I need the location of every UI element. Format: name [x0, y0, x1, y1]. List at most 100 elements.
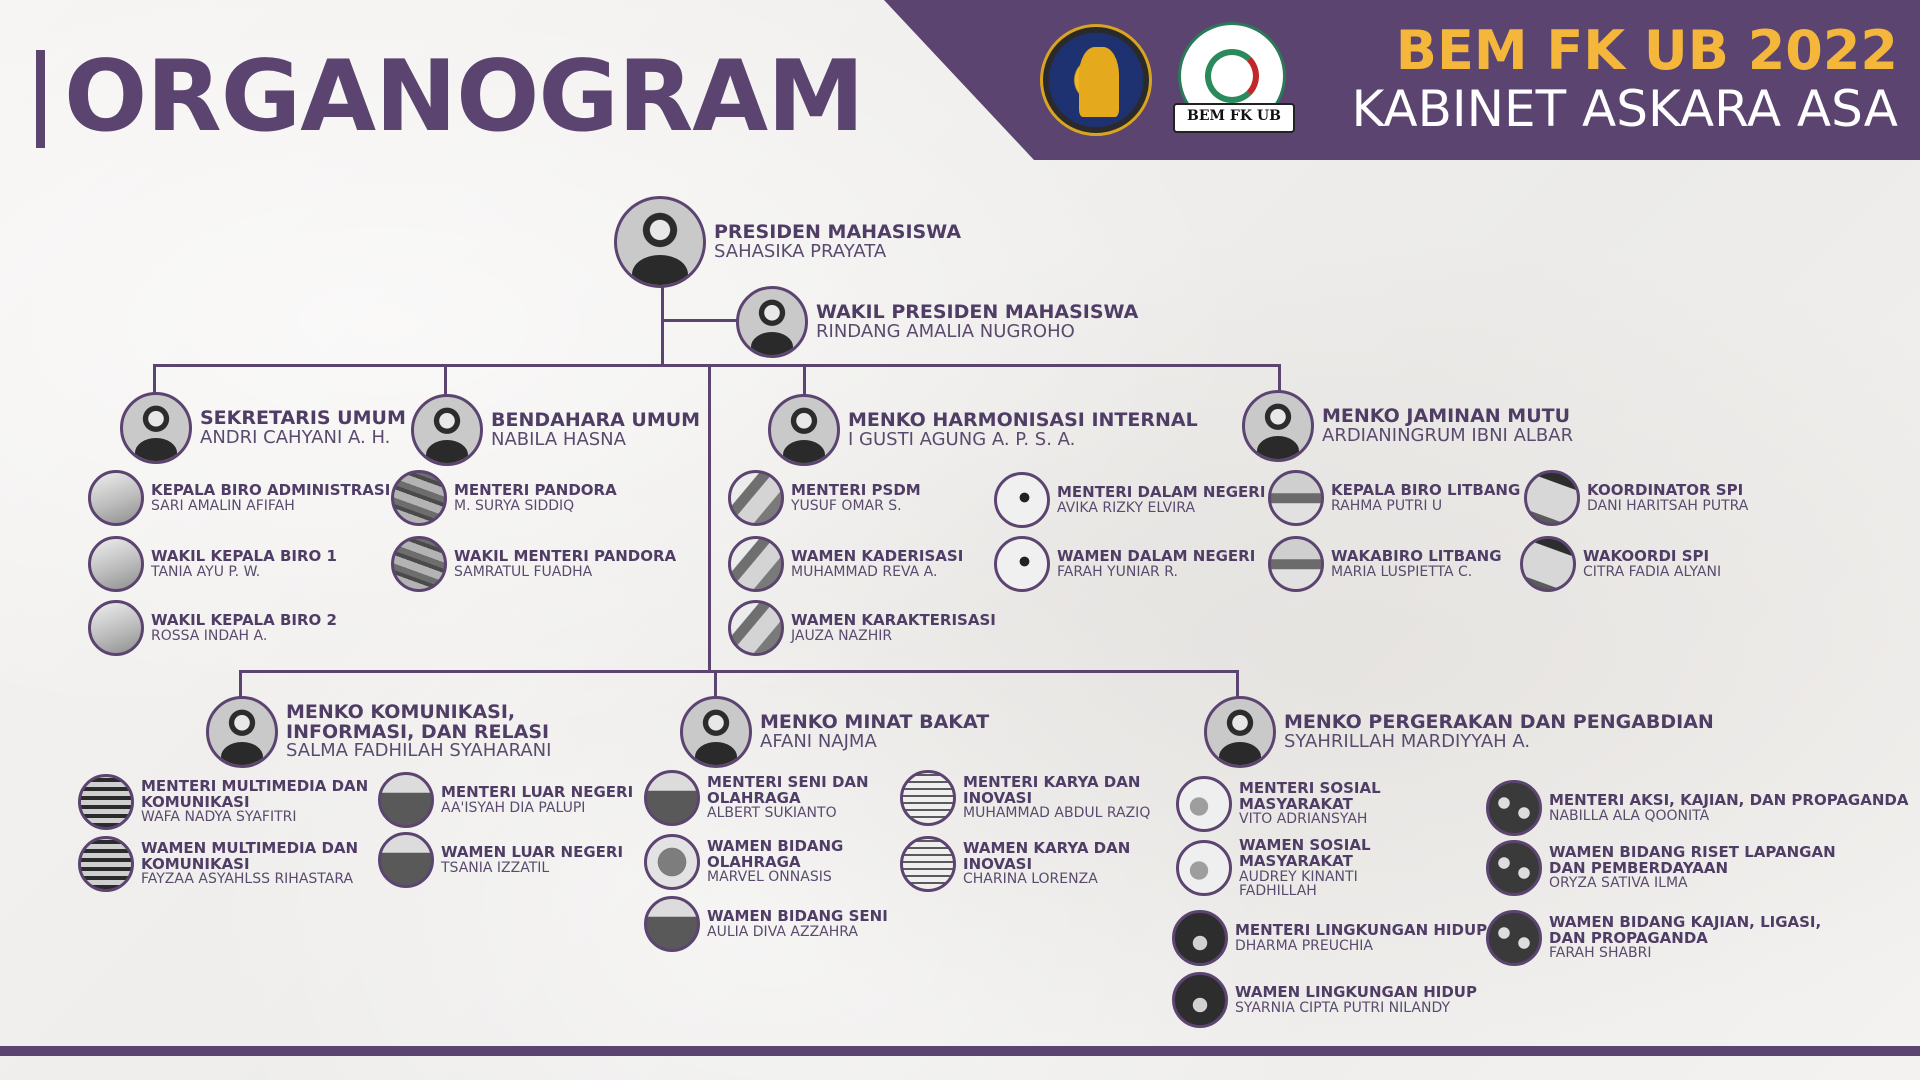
person-name: NABILA HASNA [491, 428, 626, 450]
role-label: MENKO MINAT BAKAT [760, 710, 990, 733]
menko-kir-node: MENKO KOMUNIKASI, INFORMASI, DAN RELASI … [206, 696, 616, 768]
bendahara-umum-node: BENDAHARA UMUM NABILA HASNA [411, 394, 700, 466]
role-label: MENTERI DALAM NEGERI [1057, 482, 1266, 501]
person-name: TANIA AYU P. W. [151, 563, 261, 580]
graduation-cap-icon [994, 536, 1050, 592]
document-icon [1524, 470, 1580, 526]
menko-hi-node: MENKO HARMONISASI INTERNAL I GUSTI AGUNG… [768, 394, 1198, 466]
document-icon [1520, 536, 1576, 592]
person-name: MUHAMMAD REVA A. [791, 563, 938, 580]
person-name: ALBERT SUKIANTO [707, 805, 837, 822]
person-name: YUSUF OMAR S. [791, 497, 902, 514]
role-label: MENTERI PSDM [791, 480, 921, 499]
member-node: MENTERI PSDM YUSUF OMAR S. [728, 470, 921, 526]
copyright-icon [900, 836, 956, 892]
role-label: WAMEN KARYA DAN INOVASI [963, 838, 1131, 873]
role-label: MENTERI LINGKUNGAN HIDUP [1235, 920, 1488, 939]
care-icon [1176, 776, 1232, 832]
member-node: MENTERI SENI DAN OLAHRAGA ALBERT SUKIANTO [644, 770, 877, 826]
person-name: RAHMA PUTRI U [1331, 497, 1443, 514]
person-name: MUHAMMAD ABDUL RAZIQ [963, 805, 1151, 822]
earth-icon [1172, 972, 1228, 1028]
keyboard-icon [78, 774, 134, 830]
copyright-icon [900, 770, 956, 826]
role-label: KEPALA BIRO LITBANG [1331, 480, 1521, 499]
person-name: M. SURYA SIDDIQ [454, 497, 575, 514]
role-label: WAMEN BIDANG RISET LAPANGAN DAN PEMBERDA… [1549, 842, 1836, 877]
avatar [120, 392, 192, 464]
person-name: JAUZA NAZHIR [791, 627, 893, 644]
person-name: ANDRI CAHYANI A. H. [200, 426, 391, 448]
member-node: WAMEN BIDANG SENI AULIA DIVA AZZAHRA [644, 896, 888, 952]
member-node: KEPALA BIRO ADMINISTRASI SARI AMALIN AFIF… [88, 470, 390, 526]
university-logo [1040, 24, 1152, 136]
brand-subtitle: KABINET ASKARA ASA [1351, 80, 1898, 138]
person-name: VITO ADRIANSYAH [1239, 811, 1368, 828]
title-accent-bar [36, 50, 45, 148]
member-node: KEPALA BIRO LITBANG RAHMA PUTRI U [1268, 470, 1520, 526]
money-icon [391, 536, 447, 592]
connector [239, 670, 1239, 673]
crowd-icon [1486, 910, 1542, 966]
crowd-icon [1486, 780, 1542, 836]
art-icon [644, 770, 700, 826]
person-name: AVIKA RIZKY ELVIRA [1057, 499, 1196, 516]
art-icon [644, 896, 700, 952]
role-label: PRESIDEN MAHASISWA [714, 220, 962, 243]
person-name: AUDREY KINANTI FADHILLAH [1239, 868, 1358, 900]
person-name: ORYZA SATIVA ILMA [1549, 875, 1688, 892]
bem-logo: BEM FK UB [1173, 22, 1295, 133]
person-name: SAMRATUL FUADHA [454, 563, 593, 580]
person-name: MARVEL ONNASIS [707, 869, 832, 886]
castle-icon [378, 832, 434, 888]
role-label: MENKO PERGERAKAN DAN PENGABDIAN [1284, 710, 1714, 733]
role-label: MENTERI MULTIMEDIA DAN KOMUNIKASI [141, 776, 369, 811]
earth-icon [1172, 910, 1228, 966]
bottom-rule [0, 1046, 1920, 1056]
role-label: WAMEN BIDANG KAJIAN, LIGASI, DAN PROPAGA… [1549, 912, 1822, 947]
member-node: WAMEN MULTIMEDIA DAN KOMUNIKASI FAYZAA AS… [78, 836, 371, 892]
menko-jm-node: MENKO JAMINAN MUTU ARDIANINGRUM IBNI ALB… [1242, 390, 1573, 462]
person-name: SALMA FADHILAH SYAHARANI [286, 740, 552, 762]
bem-logo-ribbon: BEM FK UB [1173, 103, 1295, 133]
research-icon [1268, 470, 1324, 526]
role-label: WAMEN MULTIMEDIA DAN KOMUNIKASI [141, 838, 359, 873]
person-name: FAYZAA ASYAHLSS RIHASTARA [141, 871, 354, 888]
connector [708, 364, 711, 672]
crowd-icon [1486, 840, 1542, 896]
person-name: FARAH YUNIAR R. [1057, 563, 1178, 580]
role-label: WAKIL PRESIDEN MAHASISWA [816, 300, 1139, 323]
person-name: DHARMA PREUCHIA [1235, 937, 1373, 954]
role-label: WAMEN DALAM NEGERI [1057, 546, 1256, 565]
member-node: MENTERI MULTIMEDIA DAN KOMUNIKASI WAFA NA… [78, 774, 371, 830]
role-label: MENTERI AKSI, KAJIAN, DAN PROPAGANDA [1549, 790, 1909, 809]
member-node: WAMEN KARYA DAN INOVASI CHARINA LORENZA [900, 836, 1133, 892]
avatar [206, 696, 278, 768]
role-label: WAMEN SOSIAL MASYARAKAT [1239, 836, 1371, 870]
member-node: WAMEN KADERISASI MUHAMMAD REVA A. [728, 536, 963, 592]
avatar [1242, 390, 1314, 462]
member-node: WAMEN DALAM NEGERI FARAH YUNIAR R. [994, 536, 1255, 592]
person-name: RINDANG AMALIA NUGROHO [816, 320, 1075, 342]
member-node: WAMEN KARAKTERISASI JAUZA NAZHIR [728, 600, 996, 656]
statue-icon [1079, 47, 1119, 117]
role-label: MENKO KOMUNIKASI, INFORMASI, DAN RELASI [286, 700, 550, 743]
person-name: AA'ISYAH DIA PALUPI [441, 799, 586, 816]
role-label: WAMEN KARAKTERISASI [791, 610, 996, 629]
keyboard-icon [78, 836, 134, 892]
person-name: MARIA LUSPIETTA C. [1331, 563, 1473, 580]
book-icon [88, 470, 144, 526]
person-name: SYARNIA CIPTA PUTRI NILANDY [1235, 999, 1451, 1016]
person-name: AULIA DIVA AZZAHRA [707, 923, 858, 940]
member-node: MENTERI LUAR NEGERI AA'ISYAH DIA PALUPI [378, 772, 633, 828]
care-icon [1176, 840, 1232, 897]
member-node: MENTERI PANDORA M. SURYA SIDDIQ [391, 470, 617, 526]
avatar [411, 394, 483, 466]
ball-icon [644, 834, 700, 890]
role-label: MENTERI PANDORA [454, 480, 617, 499]
role-label: WAKOORDI SPI [1583, 546, 1710, 565]
role-label: WAKIL MENTERI PANDORA [454, 546, 677, 565]
research-icon [1268, 536, 1324, 592]
person-name: SARI AMALIN AFIFAH [151, 497, 295, 514]
brand-title: BEM FK UB 2022 [1395, 19, 1898, 82]
